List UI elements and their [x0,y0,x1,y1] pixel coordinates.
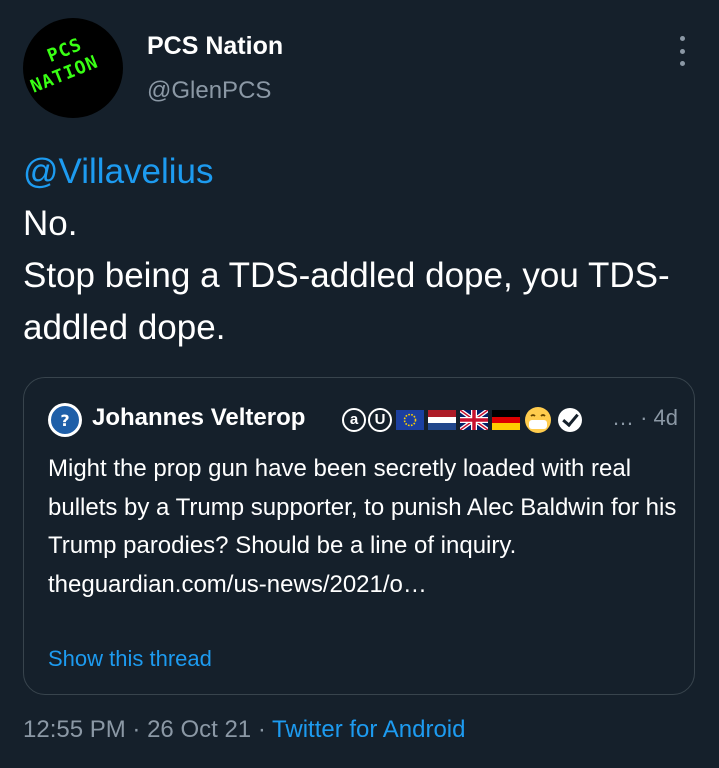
tweet-line-1: No. [23,204,78,243]
meta-separator: · [132,716,141,743]
quoted-tweet-text: Might the prop gun have been secretly lo… [48,455,677,598]
more-options-icon[interactable] [672,36,692,66]
eu-flag-icon [396,410,424,430]
source-app-link[interactable]: Twitter for Android [272,716,465,743]
mention-link[interactable]: @Villavelius [23,146,703,198]
meta-separator: · [257,716,266,743]
quoted-name-badges: a U [342,402,582,438]
quoted-avatar: ? [48,403,82,437]
mask-face-emoji-icon [525,407,551,433]
author-display-name[interactable]: PCS Nation [147,32,283,61]
show-thread-link[interactable]: Show this thread [48,646,212,672]
quoted-tweet-card[interactable]: ? Johannes Velterop a U … · 4d Might the… [23,377,695,695]
avatar[interactable]: PCS NATION [23,18,123,118]
tweet-line-2: Stop being a TDS-addled dope, you TDS-ad… [23,256,670,347]
quoted-tweet-time: … · 4d [611,405,678,430]
circled-a-badge: a [342,408,366,432]
tweet-text: @Villavelius No. Stop being a TDS-addled… [23,146,703,354]
uk-flag-icon [460,410,488,430]
verified-badge-icon [558,408,582,432]
tweet-date[interactable]: 26 Oct 21 [147,716,251,743]
svg-text:?: ? [60,411,69,430]
quoted-display-name: Johannes Velterop [92,404,306,431]
author-handle[interactable]: @GlenPCS [147,77,271,105]
circled-u-badge: U [368,408,392,432]
tweet-time[interactable]: 12:55 PM [23,716,126,743]
netherlands-flag-icon [428,410,456,430]
globe-avatar-icon: ? [49,404,81,436]
tweet-meta: 12:55 PM · 26 Oct 21 · Twitter for Andro… [23,716,465,744]
germany-flag-icon [492,410,520,430]
